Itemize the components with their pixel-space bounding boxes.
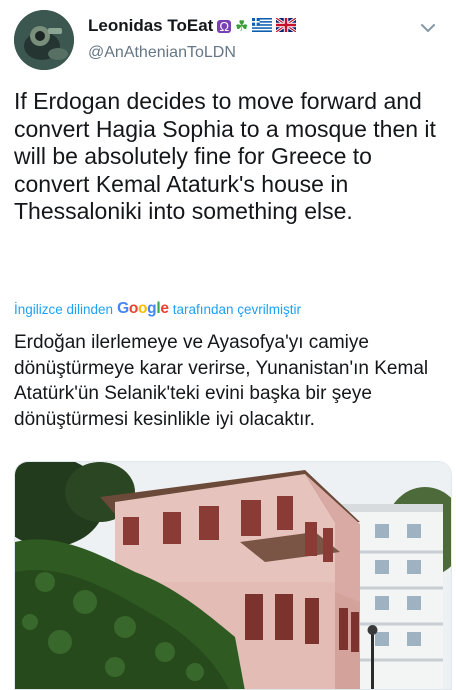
- avatar-image: [14, 10, 74, 70]
- ataturk-house-photo: [15, 462, 451, 689]
- omega-badge-icon: Ω: [217, 18, 232, 34]
- uk-flag-icon: [275, 16, 298, 35]
- chevron-down-icon[interactable]: [416, 16, 440, 40]
- tweet-header: Leonidas ToEat Ω ☘ @AnAthenianToLDN: [14, 10, 444, 72]
- greece-flag-icon: [252, 17, 273, 35]
- translated-text: Erdoğan ilerlemeye ve Ayasofya'yı camiye…: [14, 332, 429, 430]
- avatar[interactable]: [14, 10, 74, 70]
- author-handle[interactable]: @AnAthenianToLDN: [88, 44, 236, 62]
- translation-prefix: İngilizce dilinden: [14, 301, 114, 317]
- google-logo: Google: [117, 300, 169, 317]
- author-name-row: Leonidas ToEat Ω ☘: [88, 16, 298, 36]
- tweet-text: If Erdogan decides to move forward and c…: [14, 88, 436, 224]
- shamrock-badge-icon: ☘: [235, 17, 249, 35]
- translation-attribution[interactable]: İngilizce dilinden Google tarafından çev…: [14, 300, 301, 318]
- display-name[interactable]: Leonidas ToEat: [88, 16, 213, 36]
- tweet-media-photo[interactable]: [14, 461, 452, 690]
- translation-suffix: tarafından çevrilmiştir: [172, 301, 301, 317]
